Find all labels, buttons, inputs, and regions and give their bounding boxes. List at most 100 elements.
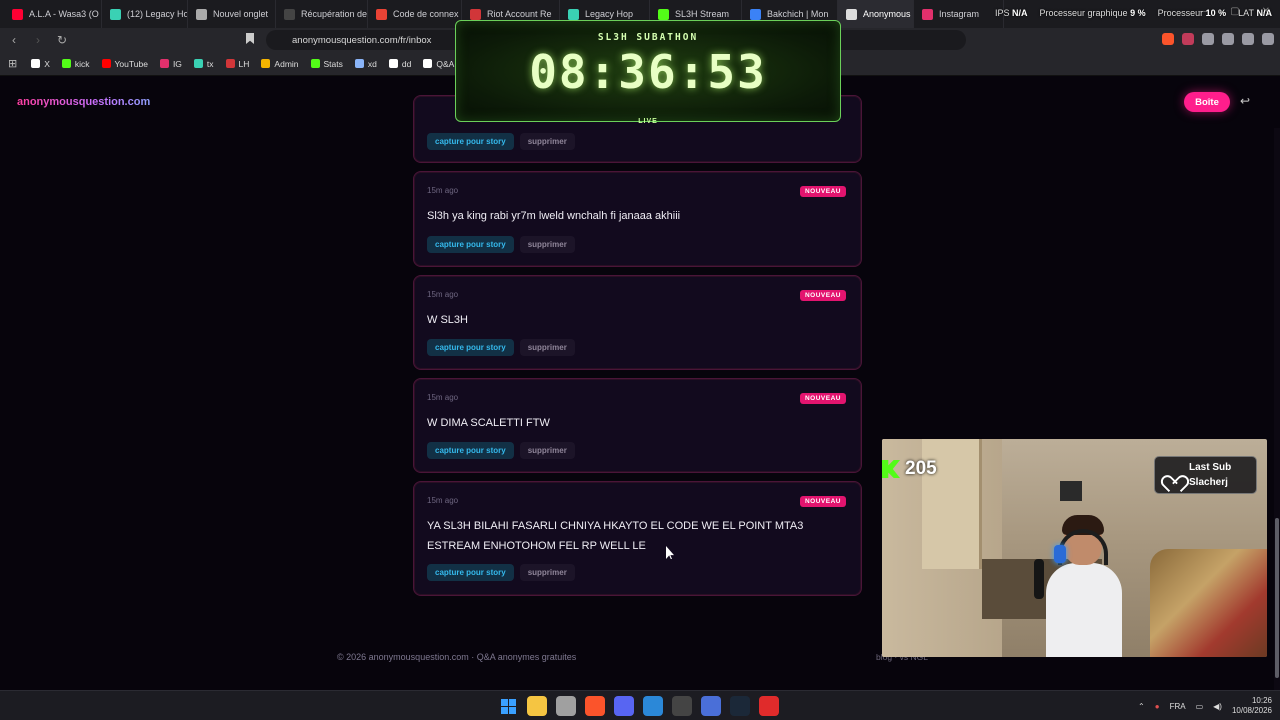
tab-label: Anonymous [863, 9, 911, 19]
photos-icon[interactable] [643, 696, 663, 716]
sidebar-icon[interactable] [1222, 33, 1234, 45]
tab-label: Nouvel onglet [213, 9, 269, 19]
capture-story-button[interactable]: capture pour story [427, 133, 514, 150]
tab-label: Legacy Hop [585, 9, 634, 19]
brave-browser-icon[interactable] [585, 696, 605, 716]
taskbar-apps [498, 696, 779, 716]
timer-live-label: LIVE [638, 118, 658, 125]
site-logo[interactable]: anonymousquestion.com [17, 96, 150, 108]
browser-tab[interactable]: (12) Legacy Hop [102, 0, 188, 28]
brave-rewards-icon[interactable] [1182, 33, 1194, 45]
steam-icon[interactable] [730, 696, 750, 716]
obs-icon[interactable] [672, 696, 692, 716]
reload-icon[interactable]: ↻ [52, 33, 72, 47]
bookmark-label: kick [74, 58, 90, 69]
bookmark-item[interactable]: Q&A [419, 59, 458, 69]
browser-tab[interactable]: Récupération de [276, 0, 368, 28]
capture-story-button[interactable]: capture pour story [427, 442, 514, 459]
scrollbar-thumb[interactable] [1275, 518, 1279, 678]
extension-icon[interactable] [1202, 33, 1214, 45]
delete-button[interactable]: supprimer [519, 236, 575, 253]
question-card: 15m ago NOUVEAU Sl3h ya king rabi yr7m lwe… [413, 171, 862, 267]
kick-logo-icon [882, 460, 900, 478]
bookmark-label: tx [206, 58, 214, 69]
browser-tab[interactable]: Instagram [914, 0, 1004, 28]
tab-favicon-icon [922, 8, 933, 20]
microphone-icon[interactable]: ● [1155, 702, 1160, 711]
bookmark-item[interactable]: tx [190, 59, 218, 69]
latency-readout: LAT N/A [1238, 8, 1272, 18]
snipping-tool-icon[interactable] [556, 696, 576, 716]
bookmark-item[interactable]: xd [351, 59, 381, 69]
forward-icon[interactable]: › [28, 33, 48, 47]
tab-label: SL3H Stream [675, 9, 730, 19]
language-indicator[interactable]: FRA [1170, 702, 1186, 711]
gpu-readout: Processeur graphique 9 % [1039, 8, 1146, 18]
browser-tab[interactable]: Code de connex [368, 0, 462, 28]
last-sub-name: Slacherj [1189, 477, 1228, 488]
performance-hud: IPS N/A Processeur graphique 9 % Process… [995, 8, 1272, 18]
tab-label: Instagram [939, 9, 980, 19]
streamlabs-icon[interactable] [759, 696, 779, 716]
inbox-button[interactable]: Boîte [1184, 92, 1230, 112]
browser-tab[interactable]: Nouvel onglet [188, 0, 276, 28]
bookmark-favicon-icon [388, 59, 398, 68]
bookmark-item[interactable]: X [27, 59, 54, 69]
system-clock[interactable]: 10:26 10/08/2026 [1232, 696, 1272, 716]
menu-icon[interactable] [1262, 33, 1274, 45]
new-badge: NOUVEAU [799, 290, 846, 301]
capture-story-button[interactable]: capture pour story [427, 339, 514, 356]
bookmark-item[interactable]: Admin [257, 59, 302, 69]
logout-icon[interactable]: ↩ [1240, 94, 1250, 108]
network-icon[interactable]: ▭ [1196, 702, 1204, 711]
wallet-icon[interactable] [1242, 33, 1254, 45]
cpu-readout: Processeur 10 % [1157, 8, 1227, 18]
tray-chevron-icon[interactable]: ⌃ [1138, 702, 1145, 711]
apps-grid-icon[interactable]: ⊞ [8, 57, 17, 70]
bookmark-item[interactable]: YouTube [98, 59, 152, 69]
app-icon[interactable] [701, 696, 721, 716]
bookmark-favicon-icon [31, 59, 41, 68]
back-icon[interactable]: ‹ [4, 33, 24, 47]
page-scrollbar[interactable] [1274, 128, 1280, 690]
tab-favicon-icon [196, 8, 207, 20]
question-text: W SL3H [427, 314, 468, 326]
timer-value: 08:36:53 [529, 45, 767, 99]
bookmark-favicon-icon [101, 59, 111, 68]
tab-favicon-icon [750, 8, 761, 20]
start-icon[interactable] [498, 696, 518, 716]
bookmark-item[interactable]: kick [58, 59, 94, 69]
question-text: W DIMA SCALETTI FTW [427, 417, 550, 429]
bookmark-item[interactable]: Stats [307, 59, 347, 69]
streamer-figure [1034, 515, 1122, 657]
browser-tab[interactable]: A.L.A - Wasa3 (O [4, 0, 102, 28]
bookmark-favicon-icon [354, 59, 364, 68]
bookmark-label: Q&A [436, 58, 455, 69]
bookmark-label: LH [238, 58, 250, 69]
new-badge: NOUVEAU [799, 393, 846, 404]
bookmark-item[interactable]: LH [222, 59, 254, 69]
question-text: Sl3h ya king rabi yr7m lweld wnchalh fi … [427, 210, 681, 222]
capture-story-button[interactable]: capture pour story [427, 564, 514, 581]
last-sub-widget: Last Sub Slacherj [1154, 456, 1257, 494]
delete-button[interactable]: supprimer [519, 564, 575, 581]
question-card: 15m ago NOUVEAU W DIMA SCALETTI FTW capture… [413, 378, 862, 473]
brave-shield-icon[interactable] [1162, 33, 1174, 45]
delete-button[interactable]: supprimer [519, 339, 575, 356]
bookmark-item[interactable]: dd [385, 59, 415, 69]
bookmark-label: YouTube [114, 58, 148, 69]
viewer-count: 205 [905, 458, 937, 479]
file-explorer-icon[interactable] [527, 696, 547, 716]
delete-button[interactable]: supprimer [519, 442, 575, 459]
bookmark-icon[interactable] [246, 33, 254, 44]
capture-story-button[interactable]: capture pour story [427, 236, 514, 253]
browser-tab[interactable]: Anonymous✕ [838, 0, 914, 28]
bookmark-item[interactable]: IG [156, 59, 186, 69]
discord-icon[interactable] [614, 696, 634, 716]
bookmark-label: dd [401, 58, 412, 69]
volume-icon[interactable]: ◀) [1213, 702, 1222, 711]
heart-icon [1165, 468, 1181, 482]
subathon-timer-overlay: SL3H SUBATHON 08:36:53 LIVE [455, 20, 841, 125]
delete-button[interactable]: supprimer [519, 133, 575, 150]
bookmark-favicon-icon [310, 59, 320, 68]
